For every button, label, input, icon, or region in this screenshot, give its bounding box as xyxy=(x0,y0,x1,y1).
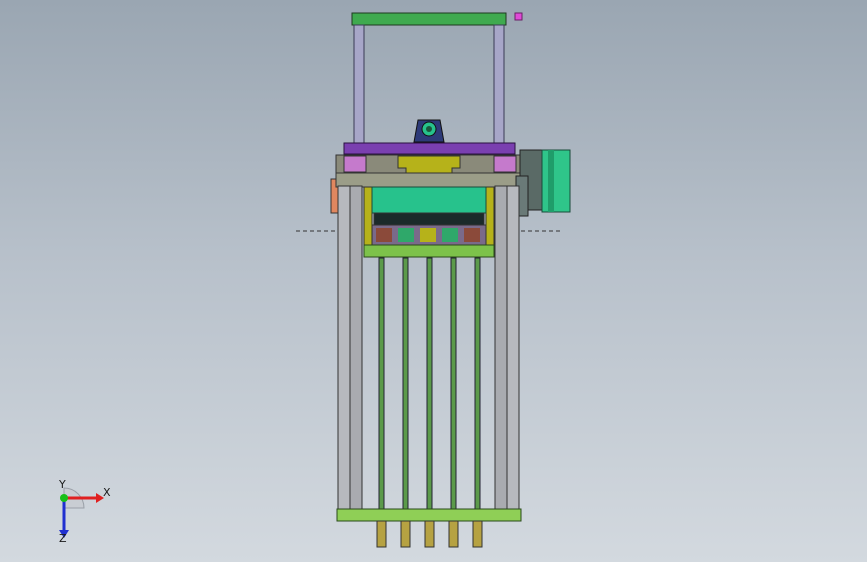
rail-right-outer xyxy=(506,185,520,511)
rod-2 xyxy=(402,257,409,511)
rod-5 xyxy=(474,257,481,511)
rail-left-outer xyxy=(337,185,351,511)
orientation-triad: X Y Z xyxy=(44,478,124,548)
y-axis-label: Y xyxy=(59,478,66,491)
triad-axes-icon xyxy=(59,487,104,538)
frame-top-bar xyxy=(351,12,507,26)
gripper-row xyxy=(371,224,487,246)
rod-tip-4 xyxy=(448,520,459,548)
rod-tip-1 xyxy=(376,520,387,548)
cad-viewport[interactable]: X Y Z xyxy=(0,0,867,562)
rail-right-inner xyxy=(494,185,508,511)
lower-green-plate xyxy=(363,244,495,258)
yellow-column-left xyxy=(363,186,373,246)
servo-motor xyxy=(515,149,571,217)
purple-crossbar xyxy=(343,142,516,155)
pillow-block-bearing xyxy=(413,119,445,143)
rod-tip-2 xyxy=(400,520,411,548)
frame-right-upright xyxy=(493,24,505,146)
rod-3 xyxy=(426,257,433,511)
rod-4 xyxy=(450,257,457,511)
selection-marker xyxy=(514,12,523,21)
cad-assembly-model[interactable] xyxy=(0,0,867,562)
z-axis-label: Z xyxy=(59,532,67,545)
rod-tip-3 xyxy=(424,520,435,548)
right-corner-block xyxy=(493,155,517,173)
rod-tip-5 xyxy=(472,520,483,548)
rods xyxy=(378,257,481,511)
green-carriage-block xyxy=(371,186,487,214)
rod-1 xyxy=(378,257,385,511)
x-axis-label: X xyxy=(103,486,111,499)
frame-left-upright xyxy=(353,24,365,146)
left-corner-block xyxy=(343,155,367,173)
rail-left-inner xyxy=(349,185,363,511)
main-plate xyxy=(335,172,523,188)
rod-tips xyxy=(376,520,483,548)
base-plate xyxy=(336,508,522,522)
carriage-slot xyxy=(373,212,485,226)
yellow-column-right xyxy=(485,186,495,246)
